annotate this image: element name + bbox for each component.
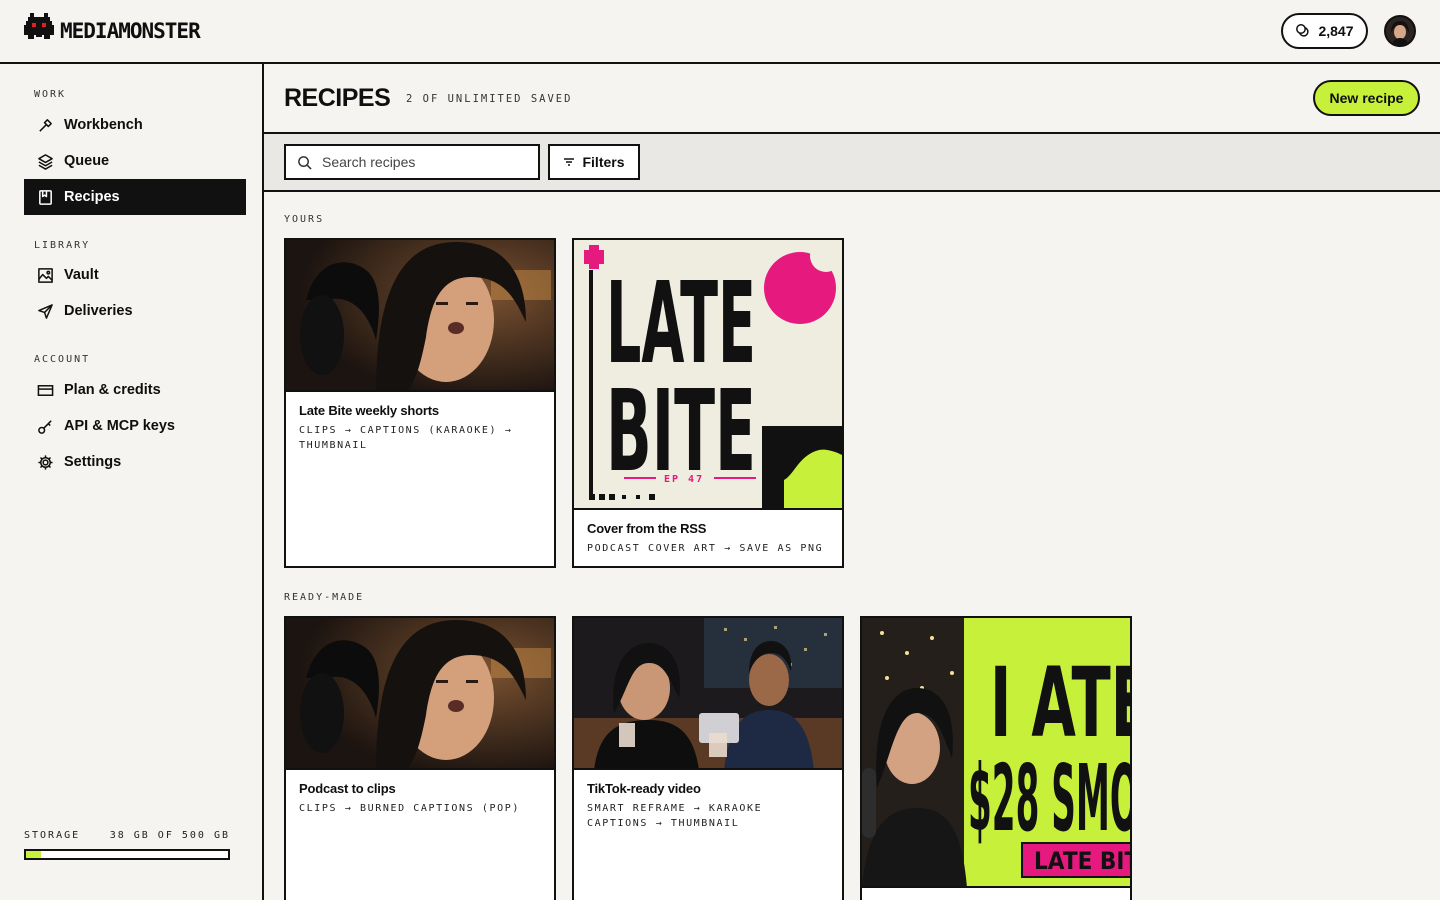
recipe-card[interactable]: LATE BITE EP 47 Cover from the RSS PODCA… — [572, 238, 844, 568]
brand[interactable]: MEDIAMONSTER — [24, 13, 201, 43]
search-input[interactable] — [322, 154, 522, 170]
section-label-account: ACCOUNT — [34, 354, 91, 365]
storage-value: 38 GB OF 500 GB — [109, 830, 230, 841]
page-header: RECIPES 2 OF UNLIMITED SAVED New recipe — [264, 64, 1440, 134]
thumb-badge: LATE BITE — [1034, 847, 1130, 875]
send-icon — [38, 303, 53, 319]
gear-icon — [38, 454, 53, 470]
sidebar-item-settings[interactable]: Settings — [24, 444, 246, 480]
recipe-steps: PODCAST COVER ART → SAVE AS PNG — [587, 543, 824, 554]
credits-balance[interactable]: 2,847 — [1281, 13, 1368, 49]
recipe-steps: CLIPS → BURNED CAPTIONS (POP) — [299, 803, 520, 814]
sidebar-item-label: Plan & credits — [64, 382, 161, 398]
page-subtitle: 2 OF UNLIMITED SAVED — [406, 93, 573, 105]
storage-title: STORAGE — [24, 830, 81, 841]
recipe-thumbnail: I ATE $28 SMOO LATE BITE — [862, 618, 1130, 888]
thumb-line2: $28 SMOO — [968, 745, 1130, 852]
sidebar: WORK Workbench Queue Recipes LIBRARY Vau… — [0, 64, 264, 900]
sidebar-item-label: Queue — [64, 153, 110, 169]
sidebar-item-deliveries[interactable]: Deliveries — [24, 293, 246, 329]
sidebar-item-api-keys[interactable]: API & MCP keys — [24, 408, 246, 444]
recipe-thumbnail — [286, 618, 554, 770]
recipe-thumbnail — [574, 618, 842, 770]
recipe-name: TikTok-ready video — [587, 781, 701, 796]
section-label-work: WORK — [34, 89, 67, 100]
image-icon — [38, 267, 53, 283]
recipe-thumbnail: LATE BITE EP 47 — [574, 240, 842, 510]
recipe-steps: SMART REFRAME → KARAOKE CAPTIONS → THUMB… — [587, 803, 763, 829]
sidebar-item-queue[interactable]: Queue — [24, 143, 246, 179]
sidebar-item-label: Deliveries — [64, 303, 133, 319]
new-recipe-button[interactable]: New recipe — [1313, 80, 1420, 116]
toolbar: Filters — [264, 134, 1440, 192]
book-icon — [39, 189, 52, 205]
sidebar-item-workbench[interactable]: Workbench — [24, 107, 246, 143]
coins-icon — [1296, 24, 1310, 37]
top-bar: MEDIAMONSTER 2,847 — [0, 0, 1440, 64]
recipe-name: Cover from the RSS — [587, 521, 707, 536]
cover-episode: EP 47 — [664, 474, 704, 485]
sidebar-item-recipes[interactable]: Recipes — [24, 179, 246, 215]
monster-logo-icon — [24, 13, 54, 39]
recipe-name: Podcast to clips — [299, 781, 396, 796]
page-title: RECIPES — [284, 84, 391, 112]
storage-label: STORAGE 38 GB OF 500 GB — [24, 830, 230, 841]
recipe-card[interactable]: I ATE $28 SMOO LATE BITE — [860, 616, 1132, 900]
sidebar-item-label: Settings — [64, 454, 122, 470]
recipe-card[interactable]: Late Bite weekly shorts CLIPS → CAPTIONS… — [284, 238, 556, 568]
search-icon — [298, 155, 312, 170]
brand-name: MEDIAMONSTER — [60, 18, 201, 43]
recipe-name: Late Bite weekly shorts — [299, 403, 439, 418]
sidebar-item-plan[interactable]: Plan & credits — [24, 372, 246, 408]
storage-bar — [24, 849, 230, 860]
sidebar-item-label: Vault — [64, 267, 99, 283]
thumb-line1: I ATE — [990, 647, 1130, 759]
hammer-icon — [39, 118, 52, 132]
filters-label: Filters — [582, 154, 625, 170]
card-icon — [37, 384, 54, 396]
recipe-card[interactable]: Podcast to clips CLIPS → BURNED CAPTIONS… — [284, 616, 556, 900]
layers-icon — [38, 153, 53, 170]
sidebar-item-vault[interactable]: Vault — [24, 257, 246, 293]
filter-icon — [564, 158, 575, 166]
recipe-card[interactable]: TikTok-ready video SMART REFRAME → KARAO… — [572, 616, 844, 900]
sidebar-item-label: Workbench — [64, 117, 143, 133]
sidebar-item-label: API & MCP keys — [64, 418, 175, 434]
group-label-ready-made: READY-MADE — [284, 592, 365, 603]
recipe-thumbnail — [286, 240, 554, 392]
credits-value: 2,847 — [1318, 23, 1354, 39]
section-label-library: LIBRARY — [34, 240, 91, 251]
key-icon — [38, 419, 52, 434]
storage-fill — [26, 851, 42, 858]
sidebar-item-label: Recipes — [64, 189, 120, 205]
search-box[interactable] — [284, 144, 540, 180]
group-label-yours: YOURS — [284, 214, 325, 225]
recipe-steps: CLIPS → CAPTIONS (KARAOKE) → THUMBNAIL — [299, 425, 513, 451]
filters-button[interactable]: Filters — [548, 144, 640, 180]
user-avatar[interactable] — [1384, 15, 1416, 47]
